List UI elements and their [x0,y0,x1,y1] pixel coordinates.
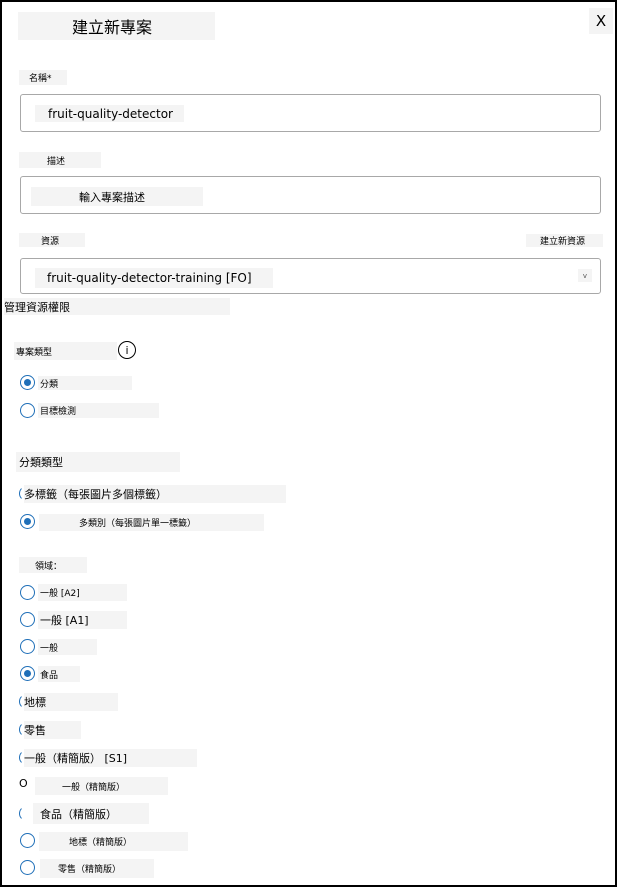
description-placeholder: 輸入專案描述 [31,187,203,206]
close-button[interactable]: X [589,8,613,34]
domain-food-compact-label: 食品（精簡版） [33,803,149,824]
name-input-value: fruit-quality-detector [35,105,184,122]
domain-general-a2-radio[interactable] [20,585,35,600]
description-label: 描述 [19,152,101,168]
domain-food-radio[interactable] [20,666,35,681]
classification-multiclass-radio[interactable] [20,514,35,529]
project-type-classification-label: 分類 [38,376,132,390]
domain-general-compact-s1-label: 一般（精簡版） [S1] [24,749,197,767]
domain-food-compact-radio[interactable] [19,806,34,821]
create-project-dialog: 建立新專案 X 名稱* fruit-quality-detector 描述 輸入… [0,0,617,887]
project-type-classification-radio[interactable] [20,375,35,390]
create-resource-link[interactable]: 建立新資源 [526,234,603,247]
resource-select[interactable]: fruit-quality-detector-training [FO] v [20,258,601,294]
project-type-object-detection-label: 目標檢測 [38,403,159,418]
domains-label: 領域： [19,557,87,573]
description-input[interactable]: 輸入專案描述 [20,176,601,214]
classification-type-label: 分類類型 [16,452,180,472]
dialog-title: 建立新專案 [18,12,215,40]
domain-general-a2-label: 一般 [A2] [38,584,127,601]
domain-landmarks-compact-radio[interactable] [20,833,35,848]
classification-multilabel-label: 多標籤（每張圖片多個標籤） [24,485,286,503]
domain-retail-compact-radio[interactable] [20,860,35,875]
info-icon[interactable]: i [118,341,136,359]
domain-general-label: 一般 [38,639,97,655]
name-input[interactable]: fruit-quality-detector [20,94,601,132]
domain-general-compact-radio[interactable]: O [19,777,33,795]
domain-landmarks-label: 地標 [24,693,118,711]
domain-retail-compact-label: 零售（精簡版） [40,859,154,878]
domain-general-compact-label: 一般（精簡版） [35,777,168,795]
domain-retail-label: 零售 [24,721,81,739]
classification-multiclass-label: 多類別（每張圖片單一標籤） [39,514,264,531]
domain-general-radio[interactable] [20,639,35,654]
domain-general-a1-radio[interactable] [20,612,35,627]
project-type-object-detection-radio[interactable] [20,403,35,418]
manage-resource-permissions-link[interactable]: 管理資源權限 [4,298,230,315]
domain-landmarks-compact-label: 地標（精簡版） [39,832,188,851]
project-type-label: 專案類型 [14,342,117,360]
domain-food-label: 食品 [38,666,80,682]
resource-label: 資源 [19,233,85,247]
name-label: 名稱* [19,70,67,85]
resource-selected-value: fruit-quality-detector-training [FO] [35,268,273,288]
chevron-down-icon: v [578,269,592,282]
domain-general-a1-label: 一般 [A1] [38,611,127,629]
